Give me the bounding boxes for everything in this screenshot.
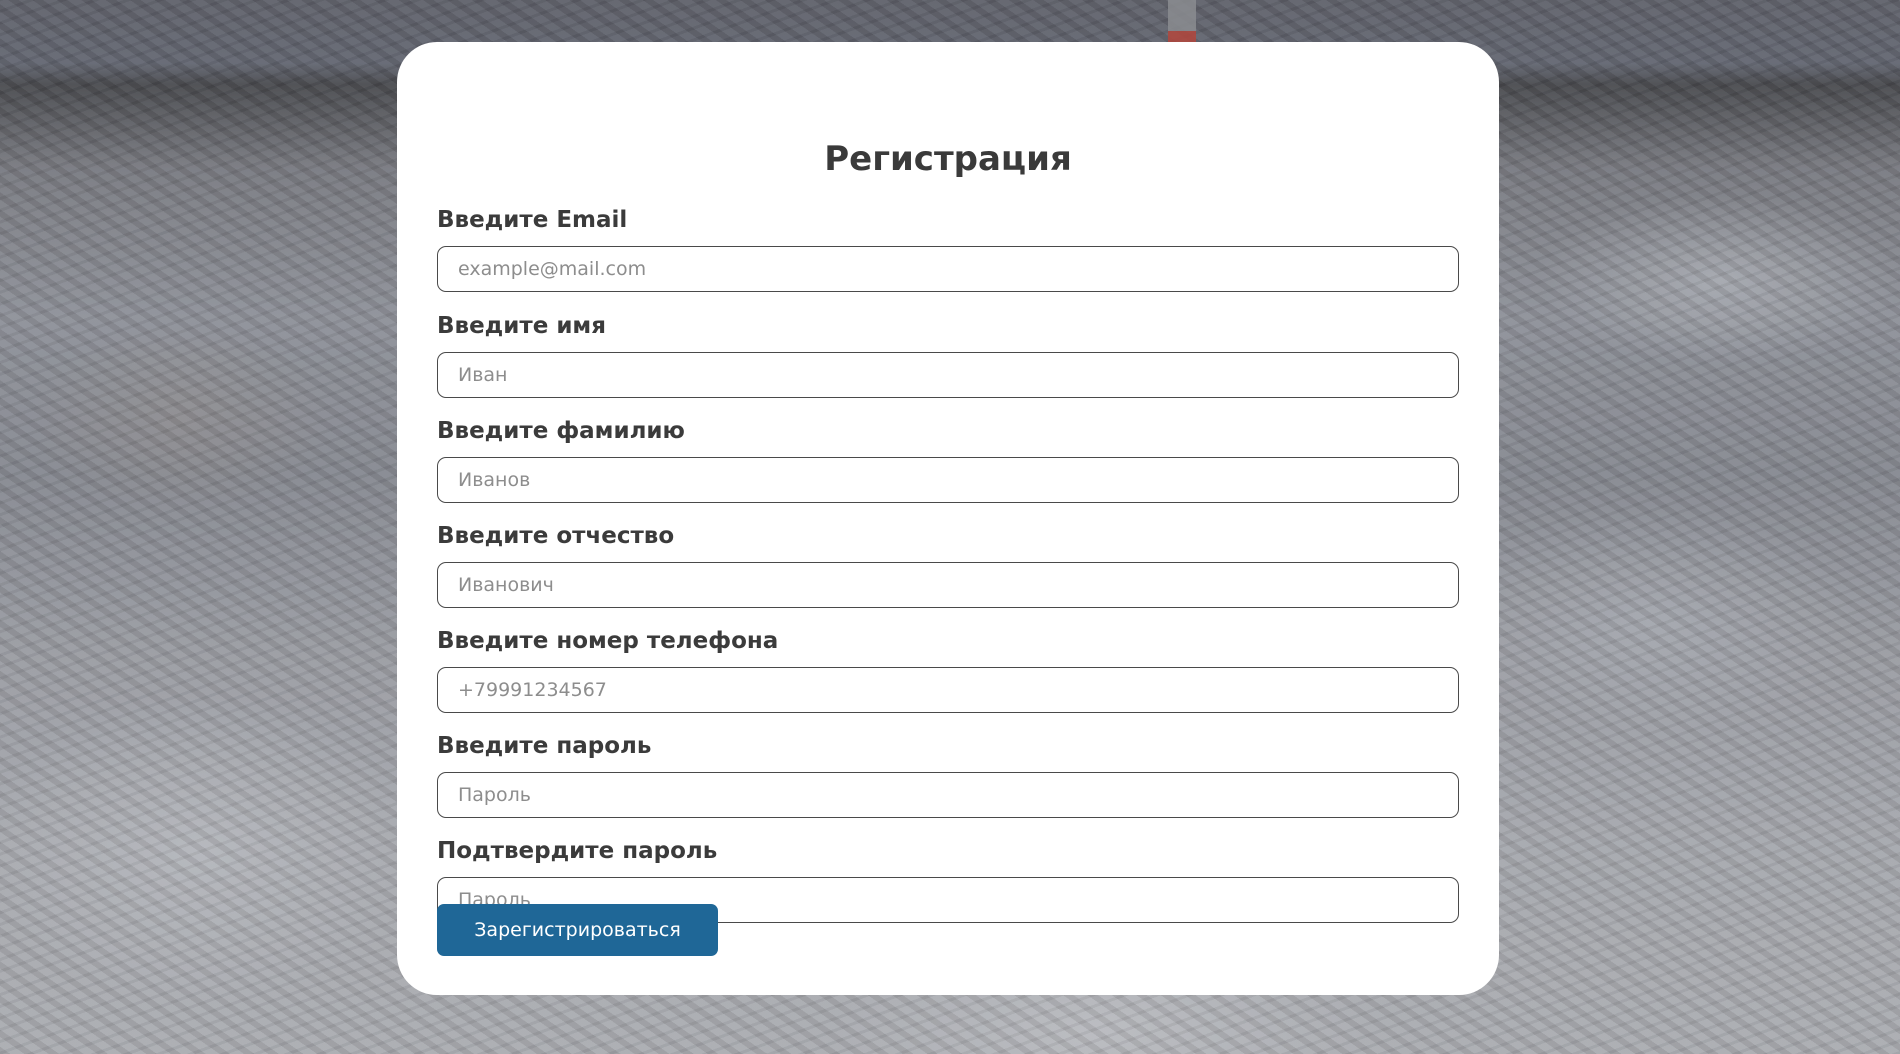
phone-field[interactable] (437, 667, 1459, 713)
patronymic-field[interactable] (437, 562, 1459, 608)
page-title: Регистрация (824, 139, 1072, 179)
phone-label: Введите номер телефона (437, 628, 779, 654)
password-field[interactable] (437, 772, 1459, 818)
password-label: Введите пароль (437, 733, 652, 759)
email-field[interactable] (437, 246, 1459, 292)
first-name-field[interactable] (437, 352, 1459, 398)
confirm-password-label: Подтвердите пароль (437, 838, 718, 864)
registration-card: Регистрация Введите Email Введите имя Вв… (397, 42, 1499, 995)
last-name-label: Введите фамилию (437, 418, 685, 444)
first-name-label: Введите имя (437, 313, 606, 339)
last-name-field[interactable] (437, 457, 1459, 503)
register-button[interactable]: Зарегистрироваться (437, 904, 718, 956)
patronymic-label: Введите отчество (437, 523, 675, 549)
chimney-decoration (1168, 0, 1196, 44)
email-label: Введите Email (437, 207, 628, 233)
